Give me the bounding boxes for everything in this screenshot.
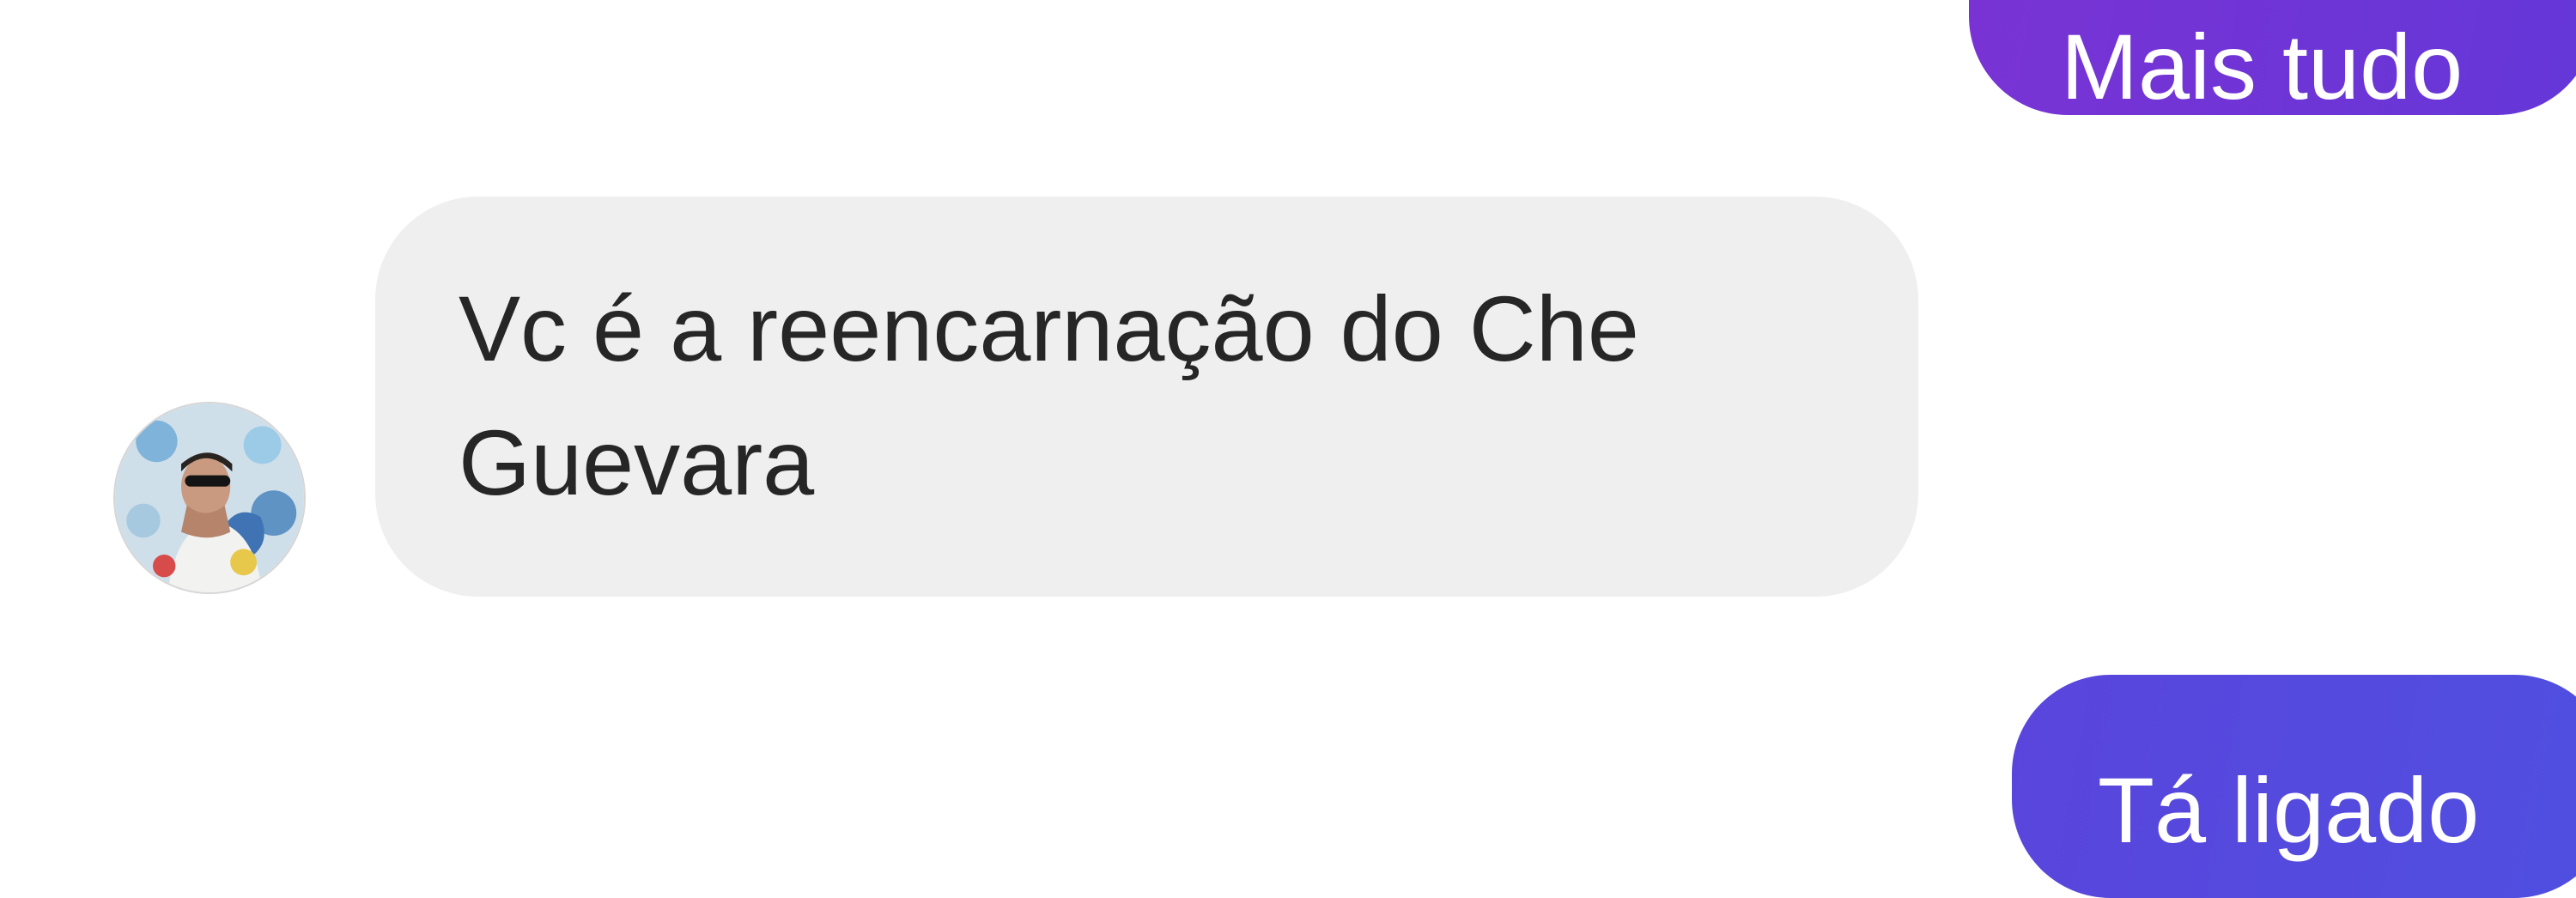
sent-message-text: Mais tudo — [2061, 15, 2464, 118]
received-message-line-1: Vc é a reencarnação do Che — [459, 276, 1639, 380]
profile-photo-avatar — [115, 403, 304, 592]
message-thread[interactable]: Mais tudo Vc é a reencarnação do Che Gue… — [0, 0, 2576, 898]
contact-avatar[interactable] — [113, 402, 306, 594]
sent-message-text: Tá ligado — [2098, 758, 2480, 862]
sent-message-bubble[interactable]: Mais tudo — [1969, 0, 2576, 118]
received-message-bubble[interactable]: Vc é a reencarnação do Che Guevara — [375, 197, 1918, 597]
sent-message-bubble[interactable]: Tá ligado — [2012, 675, 2576, 898]
received-message-line-2: Guevara — [459, 410, 815, 514]
